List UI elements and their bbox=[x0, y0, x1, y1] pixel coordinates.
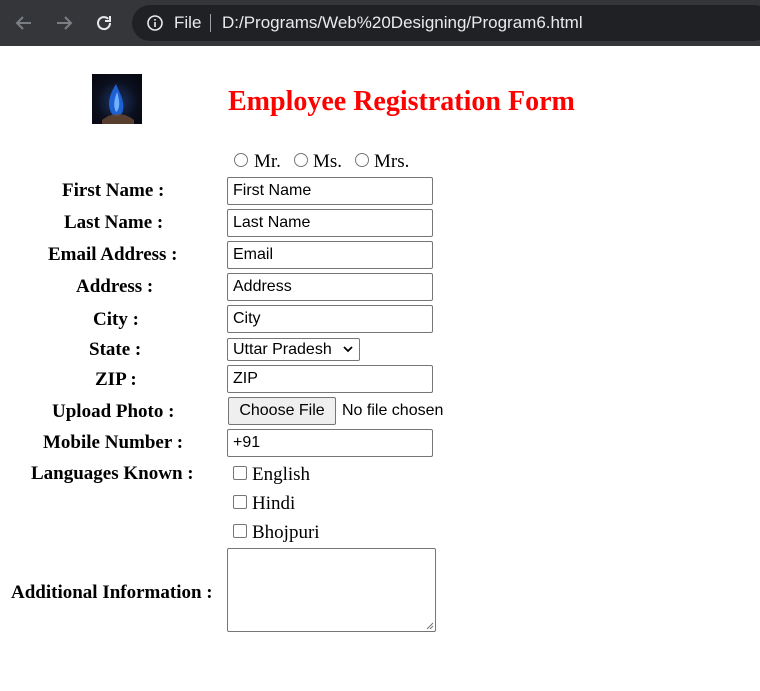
scheme-label: File bbox=[174, 13, 202, 32]
choose-file-button[interactable]: Choose File bbox=[228, 397, 336, 425]
info-icon[interactable] bbox=[146, 14, 164, 32]
radio-label-mr: Mr. bbox=[254, 151, 281, 172]
checkbox-label-english: English bbox=[252, 464, 311, 485]
checkbox-bhojpuri[interactable] bbox=[233, 524, 247, 538]
address-input[interactable]: Address bbox=[227, 273, 433, 301]
zip-input[interactable]: ZIP bbox=[227, 365, 433, 393]
upload-photo-label: Upload Photo : bbox=[52, 401, 175, 422]
page-title: Employee Registration Form bbox=[228, 86, 575, 117]
email-input[interactable]: Email bbox=[227, 241, 433, 269]
chevron-down-icon bbox=[343, 346, 353, 353]
additional-info-label: Additional Information : bbox=[11, 582, 213, 603]
zip-label: ZIP : bbox=[95, 369, 137, 390]
radio-ms[interactable] bbox=[294, 153, 308, 167]
reload-icon[interactable] bbox=[91, 10, 117, 36]
radio-mrs[interactable] bbox=[355, 153, 369, 167]
radio-label-ms: Ms. bbox=[313, 151, 343, 172]
address-label: Address : bbox=[76, 276, 154, 297]
city-label: City : bbox=[93, 309, 139, 330]
checkbox-label-hindi: Hindi bbox=[252, 493, 296, 514]
last-name-input[interactable]: Last Name bbox=[227, 209, 433, 237]
radio-label-mrs: Mrs. bbox=[374, 151, 410, 172]
address-bar[interactable]: File D:/Programs/Web%20Designing/Program… bbox=[132, 5, 760, 41]
address-divider bbox=[210, 14, 211, 32]
checkbox-label-bhojpuri: Bhojpuri bbox=[252, 522, 320, 543]
additional-info-textarea[interactable] bbox=[227, 548, 436, 632]
checkbox-english[interactable] bbox=[233, 466, 247, 480]
languages-label: Languages Known : bbox=[31, 463, 194, 484]
back-icon[interactable] bbox=[11, 10, 37, 36]
file-status-text: No file chosen bbox=[342, 402, 444, 419]
forward-icon[interactable] bbox=[51, 10, 77, 36]
first-name-label: First Name : bbox=[62, 180, 165, 201]
mobile-input[interactable]: +91 bbox=[227, 429, 433, 457]
last-name-label: Last Name : bbox=[64, 212, 164, 233]
checkbox-hindi[interactable] bbox=[233, 495, 247, 509]
url-text[interactable]: D:/Programs/Web%20Designing/Program6.htm… bbox=[222, 12, 583, 34]
resize-handle-icon[interactable] bbox=[425, 621, 434, 630]
state-label: State : bbox=[89, 339, 142, 360]
city-input[interactable]: City bbox=[227, 305, 433, 333]
email-label: Email Address : bbox=[48, 244, 178, 265]
logo-image bbox=[92, 74, 142, 124]
browser-toolbar: File D:/Programs/Web%20Designing/Program… bbox=[0, 0, 760, 46]
state-select-value: Uttar Pradesh bbox=[233, 341, 332, 358]
first-name-input[interactable]: First Name bbox=[227, 177, 433, 205]
state-select[interactable]: Uttar Pradesh bbox=[227, 338, 360, 361]
mobile-label: Mobile Number : bbox=[43, 432, 184, 453]
radio-mr[interactable] bbox=[234, 153, 248, 167]
